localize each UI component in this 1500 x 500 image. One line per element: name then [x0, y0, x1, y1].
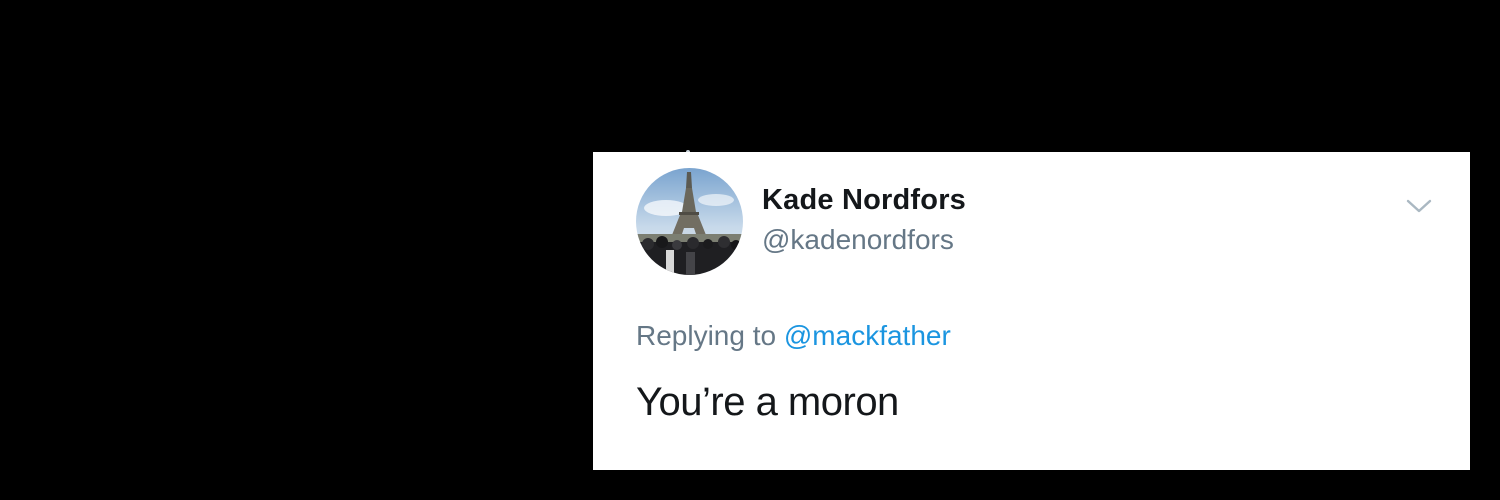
replying-to-mention-link[interactable]: @mackfather — [784, 320, 951, 351]
eiffel-tower-avatar-icon — [636, 168, 743, 275]
author-handle[interactable]: @kadenordfors — [762, 224, 954, 256]
tweet-card[interactable]: Kade Nordfors @kadenordfors Replying to … — [593, 152, 1470, 470]
author-display-name[interactable]: Kade Nordfors — [762, 184, 966, 217]
screenshot-stage: Kade Nordfors @kadenordfors Replying to … — [0, 0, 1500, 500]
tweet-menu-button[interactable] — [1405, 196, 1433, 216]
chevron-down-icon — [1406, 199, 1432, 213]
replying-to-line: Replying to @mackfather — [636, 320, 951, 352]
replying-to-prefix: Replying to — [636, 320, 777, 351]
avatar[interactable] — [636, 168, 743, 275]
tweet-text: You’re a moron — [636, 380, 899, 424]
